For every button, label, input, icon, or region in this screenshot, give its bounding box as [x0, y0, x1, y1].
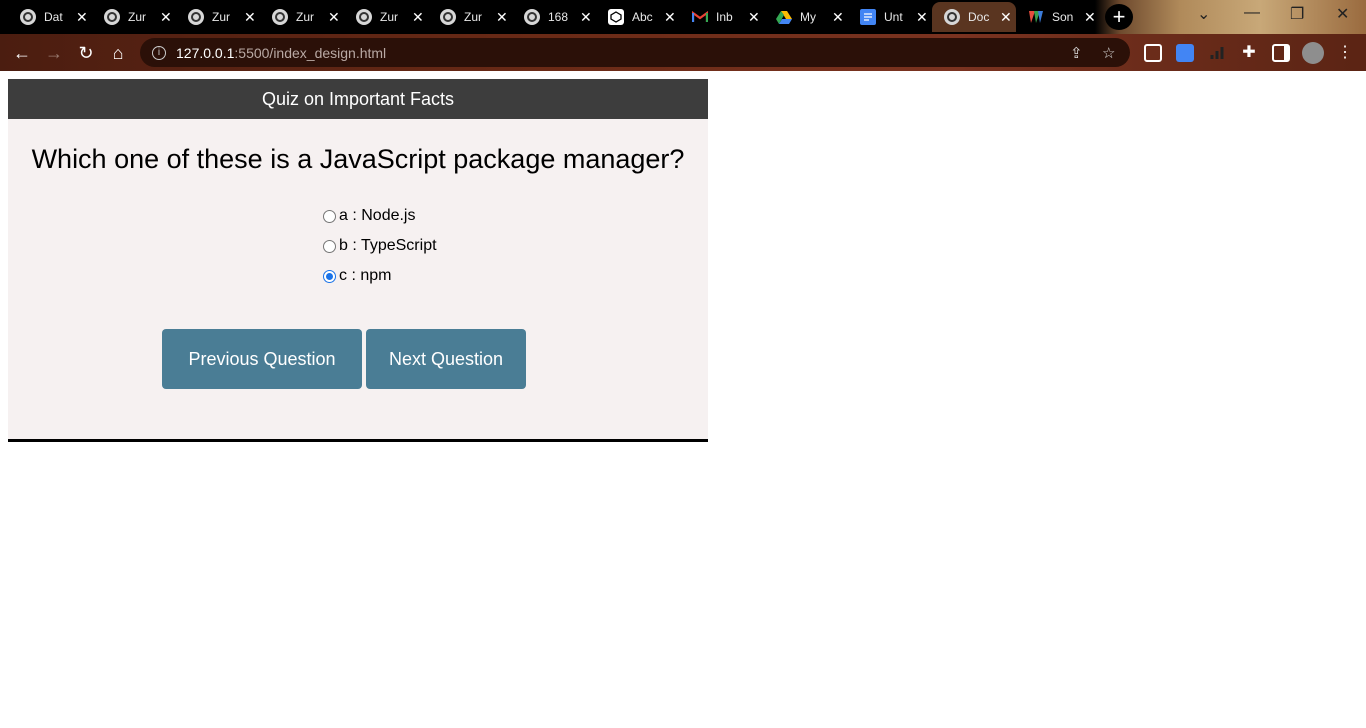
- extensions-puzzle-icon[interactable]: ✚: [1240, 44, 1258, 62]
- url-path: :5500/index_design.html: [234, 44, 387, 61]
- close-icon[interactable]: ✕: [76, 10, 88, 24]
- answer-label-a: a : Node.js: [339, 207, 416, 224]
- globe-icon: [188, 9, 204, 25]
- gmail-icon: [692, 9, 708, 25]
- restore-button[interactable]: ❐: [1290, 4, 1304, 24]
- browser-tab-active[interactable]: Doc ✕: [932, 2, 1016, 32]
- globe-icon: [944, 9, 960, 25]
- close-icon[interactable]: ✕: [244, 10, 256, 24]
- tab-title: Unt: [884, 10, 903, 24]
- tab-search-icon[interactable]: ⌄: [1197, 4, 1210, 24]
- close-icon[interactable]: ✕: [916, 10, 928, 24]
- forward-button[interactable]: →: [42, 41, 66, 65]
- browser-tab[interactable]: Zur ✕: [344, 2, 428, 32]
- radio-c[interactable]: [323, 269, 336, 283]
- browser-tab[interactable]: Zur ✕: [260, 2, 344, 32]
- quiz-panel: Quiz on Important Facts Which one of the…: [8, 79, 708, 442]
- tab-title: Son: [1052, 10, 1074, 24]
- signal-icon[interactable]: [1208, 44, 1226, 62]
- close-icon[interactable]: ✕: [412, 10, 424, 24]
- tab-title: Abc: [632, 10, 653, 24]
- browser-toolbar: ← → ↻ ⌂ i 127.0.0.1:5500/index_design.ht…: [0, 34, 1366, 71]
- radio-b[interactable]: [323, 239, 336, 253]
- globe-icon: [20, 9, 36, 25]
- previous-question-button[interactable]: Previous Question: [162, 329, 362, 389]
- globe-icon: [104, 9, 120, 25]
- browser-tab[interactable]: My ✕: [764, 2, 848, 32]
- side-panel-icon[interactable]: [1272, 44, 1290, 62]
- browser-tab[interactable]: Zur ✕: [176, 2, 260, 32]
- url-host: 127.0.0.1: [176, 44, 235, 61]
- globe-icon: [524, 9, 540, 25]
- tab-title: Zur: [380, 10, 398, 24]
- question-text: Which one of these is a JavaScript packa…: [31, 144, 685, 174]
- share-icon[interactable]: ⇪: [1070, 44, 1083, 62]
- tab-title: 168: [548, 10, 569, 24]
- reload-button[interactable]: ↻: [74, 41, 98, 65]
- answer-label-b: b : TypeScript: [339, 237, 437, 254]
- close-icon[interactable]: ✕: [496, 10, 508, 24]
- tab-title: Doc: [968, 10, 990, 24]
- tab-title: Zur: [212, 10, 230, 24]
- close-icon[interactable]: ✕: [328, 10, 340, 24]
- quiz-header: Quiz on Important Facts: [8, 79, 708, 119]
- browser-tab[interactable]: Zur ✕: [428, 2, 512, 32]
- info-icon[interactable]: i: [152, 45, 166, 60]
- tab-title: My: [800, 10, 816, 24]
- answer-list: a : Node.js b : TypeScript c : npm: [323, 201, 437, 291]
- answer-option-a[interactable]: a : Node.js: [323, 201, 437, 231]
- close-icon[interactable]: ✕: [580, 10, 592, 24]
- browser-tab[interactable]: Unt ✕: [848, 2, 932, 32]
- close-icon[interactable]: ✕: [160, 10, 172, 24]
- globe-icon: [356, 9, 372, 25]
- close-icon[interactable]: ✕: [1084, 10, 1096, 24]
- tab-title: Zur: [128, 10, 146, 24]
- answer-label-c: c : npm: [339, 267, 392, 284]
- back-button[interactable]: ←: [10, 41, 34, 65]
- incognito-icon[interactable]: [1144, 44, 1162, 62]
- answer-option-c[interactable]: c : npm: [323, 261, 437, 291]
- ms-icon: [1028, 9, 1044, 25]
- browser-tab[interactable]: Son ✕: [1016, 2, 1100, 32]
- browser-tab[interactable]: Dat ✕: [8, 2, 92, 32]
- answer-option-b[interactable]: b : TypeScript: [323, 231, 437, 261]
- minimize-button[interactable]: —: [1244, 4, 1260, 22]
- next-question-button[interactable]: Next Question: [366, 329, 526, 389]
- close-icon[interactable]: ✕: [748, 10, 760, 24]
- menu-kebab-icon[interactable]: ⋮: [1336, 44, 1354, 62]
- tab-title: Zur: [296, 10, 314, 24]
- codepen-icon: [608, 9, 624, 25]
- translate-icon[interactable]: [1176, 44, 1194, 62]
- browser-tab[interactable]: Zur ✕: [92, 2, 176, 32]
- drive-icon: [776, 9, 792, 25]
- docs-icon: [860, 9, 876, 25]
- close-icon[interactable]: ✕: [1000, 10, 1012, 24]
- new-tab-button[interactable]: +: [1105, 4, 1133, 30]
- close-window-button[interactable]: ✕: [1336, 4, 1349, 24]
- browser-tab[interactable]: Inb ✕: [680, 2, 764, 32]
- browser-tab[interactable]: Abc ✕: [596, 2, 680, 32]
- close-icon[interactable]: ✕: [664, 10, 676, 24]
- globe-icon: [272, 9, 288, 25]
- radio-a[interactable]: [323, 209, 336, 223]
- profile-avatar[interactable]: [1302, 42, 1324, 64]
- globe-icon: [440, 9, 456, 25]
- bookmark-star-icon[interactable]: ☆: [1102, 44, 1115, 62]
- address-bar[interactable]: i 127.0.0.1:5500/index_design.html ⇪ ☆: [140, 38, 1130, 67]
- home-icon[interactable]: ⌂: [106, 41, 130, 65]
- browser-tab[interactable]: 168 ✕: [512, 2, 596, 32]
- tab-title: Zur: [464, 10, 482, 24]
- tab-title: Dat: [44, 10, 63, 24]
- tab-title: Inb: [716, 10, 733, 24]
- close-icon[interactable]: ✕: [832, 10, 844, 24]
- tab-strip: Dat ✕ Zur ✕ Zur ✕ Zur ✕ Zur ✕ Zur ✕ 168 …: [0, 0, 1366, 34]
